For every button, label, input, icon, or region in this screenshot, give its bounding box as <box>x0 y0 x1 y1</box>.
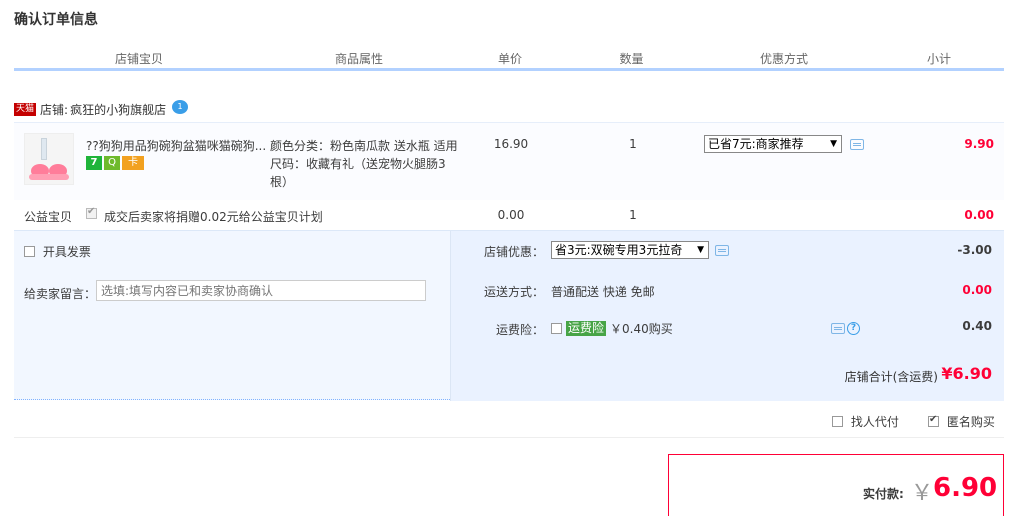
item-promo-select[interactable]: 已省7元:商家推荐 ▼ <box>704 135 842 153</box>
charity-price: 0.00 <box>497 208 525 222</box>
insurance-amount: 0.40 <box>962 319 992 333</box>
table-header: 店铺宝贝 商品属性 单价 数量 优惠方式 小计 <box>14 50 1004 68</box>
charity-subtotal: 0.00 <box>964 208 994 222</box>
anonymous-option[interactable]: 匿名购买 <box>928 413 995 430</box>
quality-guarantee-icon[interactable]: Q <box>104 156 120 170</box>
options-right: 店铺优惠： 省3元:双碗专用3元拉奇 ▼ -3.00 运送方式： 普通配送 快递… <box>450 231 1004 401</box>
page-title: 确认订单信息 <box>14 12 98 28</box>
charity-qty: 1 <box>629 208 637 222</box>
charity-checkbox[interactable] <box>86 206 97 219</box>
store-total-label: 店铺合计(含运费) <box>844 370 938 384</box>
charity-label: 公益宝贝 <box>24 210 73 224</box>
shop-row: 天猫 店铺: 疯狂的小狗旗舰店 <box>14 99 166 119</box>
message-icon[interactable] <box>831 323 845 334</box>
credit-card-icon[interactable]: 卡 <box>122 156 144 170</box>
dropdown-arrow-icon: ▼ <box>697 245 704 255</box>
invoice-checkbox[interactable] <box>24 246 35 257</box>
store-discount-select[interactable]: 省3元:双碗专用3元拉奇 ▼ <box>551 241 709 259</box>
insurance-option[interactable]: 运费险 ￥0.40购买 <box>551 320 673 337</box>
charity-desc: 成交后卖家将捐赠0.02元给公益宝贝计划 <box>104 210 323 224</box>
proxy-pay-checkbox[interactable] <box>832 416 843 427</box>
payment-options: 找人代付 匿名购买 <box>14 400 1004 438</box>
col-header-shop-item: 店铺宝贝 <box>114 52 163 66</box>
options-left: 开具发票 给卖家留言： <box>14 231 450 401</box>
insurance-tag: 运费险 <box>566 321 607 336</box>
tmall-badge: 天猫 <box>14 102 37 116</box>
product-image[interactable] <box>24 133 74 185</box>
memo-label: 给卖家留言： <box>24 287 97 301</box>
shipping-amount: 0.00 <box>962 283 992 297</box>
invoice-label: 开具发票 <box>42 245 91 259</box>
payment-label: 实付款: <box>863 487 904 501</box>
order-item-row: ??狗狗用品狗碗狗盆猫咪猫碗狗... 7 Q 卡 颜色分类：粉色南瓜款 送水瓶 … <box>14 122 1004 200</box>
insurance-checkbox[interactable] <box>551 323 562 334</box>
store-total-amount: ¥6.90 <box>941 364 992 383</box>
product-title-link[interactable]: ??狗狗用品狗碗狗盆猫咪猫碗狗... <box>86 137 266 154</box>
item-subtotal: 9.90 <box>964 137 994 151</box>
payment-summary: 实付款: ￥ 6.90 <box>668 454 1004 516</box>
shop-label: 店铺: <box>40 102 69 117</box>
header-divider <box>14 68 1004 71</box>
invoice-option[interactable]: 开具发票 <box>24 243 91 260</box>
product-props: 颜色分类：粉色南瓜款 送水瓶 适用尺码：收藏有礼（送宠物火腿肠3根） <box>270 139 458 189</box>
shipping-method: 普通配送 快递 免邮 <box>551 285 655 299</box>
charity-row: 公益宝贝 成交后卖家将捐赠0.02元给公益宝贝计划 0.00 1 0.00 <box>14 200 1004 230</box>
col-header-price: 单价 <box>497 52 522 66</box>
anonymous-checkbox[interactable] <box>928 414 939 427</box>
insurance-label: 运费险： <box>495 323 544 337</box>
store-discount-value: 省3元:双碗专用3元拉奇 <box>555 243 683 257</box>
item-qty: 1 <box>629 137 637 151</box>
item-price: 16.90 <box>493 137 529 151</box>
proxy-pay-option[interactable]: 找人代付 <box>832 413 899 430</box>
message-icon[interactable] <box>715 245 729 256</box>
memo-input[interactable] <box>96 280 426 301</box>
order-options-panel: 开具发票 给卖家留言： 店铺优惠： 省3元:双碗专用3元拉奇 ▼ -3.00 运… <box>14 230 1004 401</box>
service-badges: 7 Q 卡 <box>86 156 144 170</box>
seven-day-return-icon[interactable]: 7 <box>86 156 102 170</box>
insurance-price: ￥0.40购买 <box>610 322 673 336</box>
col-header-subtotal: 小计 <box>926 52 951 66</box>
dropdown-arrow-icon: ▼ <box>830 139 837 149</box>
insurance-icons: ? <box>831 322 860 335</box>
shop-name-link[interactable]: 疯狂的小狗旗舰店 <box>70 101 166 118</box>
chat-icon[interactable]: 1 <box>172 100 188 114</box>
col-header-promo: 优惠方式 <box>759 52 808 66</box>
col-header-qty: 数量 <box>619 52 644 66</box>
message-icon[interactable] <box>850 139 864 150</box>
anonymous-label: 匿名购买 <box>946 415 995 429</box>
shipping-label: 运送方式： <box>483 285 544 299</box>
store-discount-label: 店铺优惠： <box>483 245 544 259</box>
col-header-props: 商品属性 <box>334 52 383 66</box>
item-promo-value: 已省7元:商家推荐 <box>708 137 804 151</box>
payment-amount: 6.90 <box>933 473 998 503</box>
store-discount-amount: -3.00 <box>957 243 992 257</box>
payment-currency: ￥ <box>911 481 934 506</box>
proxy-pay-label: 找人代付 <box>850 415 899 429</box>
help-icon[interactable]: ? <box>847 322 860 335</box>
